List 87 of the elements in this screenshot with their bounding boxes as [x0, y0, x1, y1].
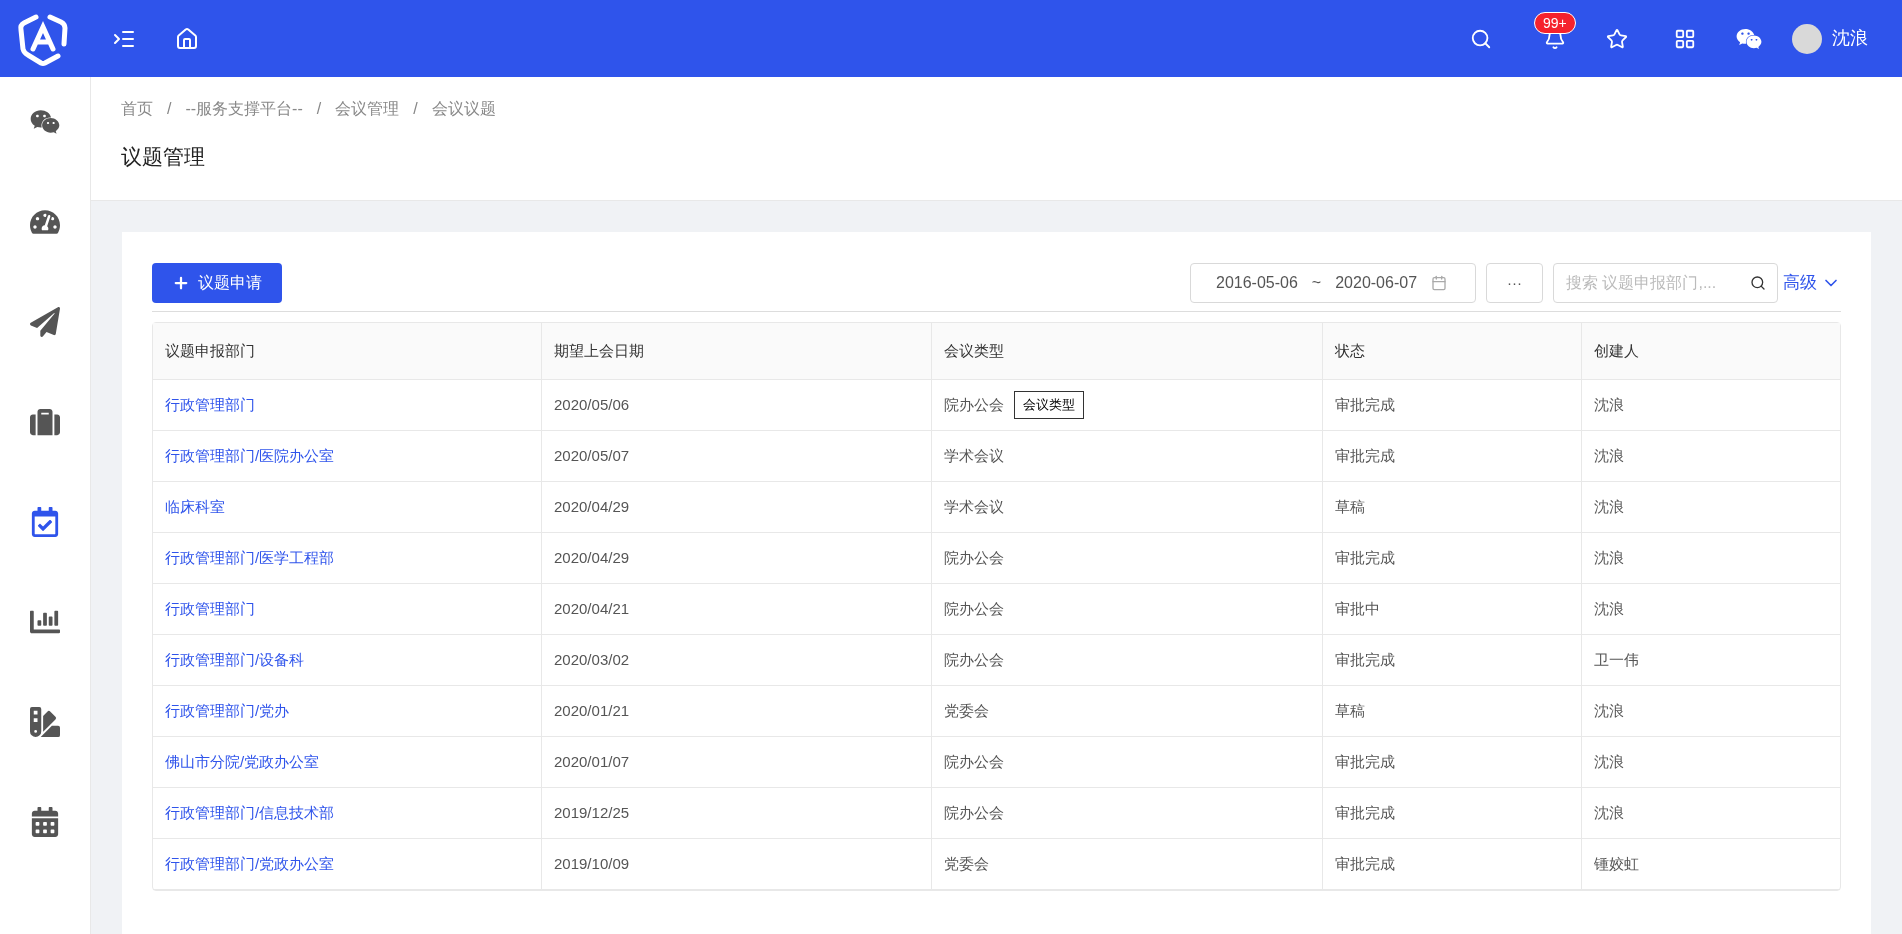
table-cell-text: 沈浪	[1594, 802, 1624, 823]
table-cell-text: 2020/01/21	[554, 700, 630, 721]
table-cell-text: 学术会议	[944, 496, 1004, 517]
breadcrumb-separator: /	[167, 99, 172, 119]
column-header: 创建人	[1594, 340, 1639, 361]
calendar-icon	[1431, 275, 1448, 291]
table-cell-text: 院办公会	[944, 394, 1004, 415]
more-button[interactable]: ···	[1486, 263, 1543, 303]
breadcrumb-link[interactable]: 会议管理	[335, 97, 400, 121]
department-link[interactable]: 行政管理部门	[165, 597, 255, 621]
plus-icon	[172, 274, 190, 292]
table-cell-text: 2020/05/06	[554, 394, 630, 415]
search-icon	[1750, 275, 1766, 291]
column-header: 期望上会日期	[554, 340, 644, 361]
swatches-icon[interactable]	[30, 707, 60, 737]
breadcrumb-separator: /	[316, 99, 322, 119]
department-link[interactable]: 佛山市分院/党政办公室	[165, 750, 320, 774]
date-separator: ~	[1311, 273, 1322, 293]
table-cell-text: 草稿	[1335, 496, 1365, 517]
column-header: 议题申报部门	[165, 340, 255, 361]
table-cell-text: 2020/04/21	[554, 598, 630, 619]
table-cell-text: 2020/01/07	[554, 751, 630, 772]
department-link[interactable]: 行政管理部门/党办	[165, 699, 290, 723]
end-date: 2020-06-07	[1335, 273, 1418, 293]
add-topic-button[interactable]: 议题申请	[152, 263, 282, 303]
table-cell-text: 审批完成	[1335, 445, 1395, 466]
table-cell-text: 草稿	[1335, 700, 1365, 721]
table-cell-text: 2020/04/29	[554, 496, 630, 517]
column-header: 状态	[1335, 340, 1365, 361]
avatar[interactable]	[1792, 23, 1822, 54]
table-cell-text: 沈浪	[1594, 445, 1624, 466]
table-cell-text: 院办公会	[944, 649, 1004, 670]
table-cell-text: 沈浪	[1594, 700, 1624, 721]
department-link[interactable]: 行政管理部门	[165, 393, 255, 417]
table-cell-text: 审批完成	[1335, 394, 1395, 415]
table-cell-text: 2020/05/07	[554, 445, 630, 466]
table-cell-text: 2020/04/29	[554, 547, 630, 568]
table-cell-text: 沈浪	[1594, 598, 1624, 619]
table-cell-text: 2019/12/25	[554, 802, 630, 823]
breadcrumb-link[interactable]: 首页	[121, 97, 153, 121]
table-cell-text: 沈浪	[1594, 751, 1624, 772]
table-cell-text: 审批完成	[1335, 649, 1395, 670]
department-link[interactable]: 行政管理部门/医院办公室	[165, 444, 335, 468]
table-cell-text: 沈浪	[1594, 496, 1624, 517]
table-cell-text: 党委会	[944, 853, 989, 874]
table-cell-text: 卫一伟	[1594, 649, 1639, 670]
start-date: 2016-05-06	[1216, 273, 1298, 293]
notification-badge: 99+	[1534, 11, 1576, 34]
department-link[interactable]: 行政管理部门/党政办公室	[165, 852, 335, 876]
calendar-check-icon[interactable]	[30, 507, 60, 537]
calendar-icon[interactable]	[30, 807, 60, 837]
breadcrumb-link[interactable]: --服务支撑平台--	[185, 97, 303, 121]
table-cell-text: 审批完成	[1335, 751, 1395, 772]
dashboard-icon[interactable]	[30, 207, 60, 237]
column-header: 会议类型	[944, 340, 1004, 361]
table-cell-text: 沈浪	[1594, 394, 1624, 415]
table-cell-text: 2019/10/09	[554, 853, 630, 874]
table-cell-text: 党委会	[944, 700, 989, 721]
table-cell-text: 审批完成	[1335, 853, 1395, 874]
page-title: 议题管理	[121, 144, 206, 170]
table-cell-text: 院办公会	[944, 547, 1004, 568]
home-icon[interactable]	[175, 26, 199, 51]
briefcase-icon[interactable]	[30, 407, 60, 437]
department-link[interactable]: 行政管理部门/设备科	[165, 648, 305, 672]
breadcrumb-separator: /	[413, 99, 418, 119]
grid-icon[interactable]	[1674, 27, 1696, 50]
star-icon[interactable]	[1606, 27, 1628, 50]
table-cell-text: 审批完成	[1335, 547, 1395, 568]
tooltip: 会议类型	[1014, 391, 1084, 419]
user-name[interactable]: 沈浪	[1832, 25, 1868, 52]
send-icon[interactable]	[30, 307, 60, 337]
advanced-link[interactable]: 高级	[1783, 270, 1841, 296]
search-icon[interactable]	[1470, 27, 1492, 50]
table-cell-text: 院办公会	[944, 751, 1004, 772]
table-cell-text: 院办公会	[944, 802, 1004, 823]
table-cell-text: 沈浪	[1594, 547, 1624, 568]
department-link[interactable]: 行政管理部门/医学工程部	[165, 546, 335, 570]
table-cell-text: 2020/03/02	[554, 649, 630, 670]
table-cell-text: 学术会议	[944, 445, 1004, 466]
search-field[interactable]: 搜索 议题申报部门,...	[1553, 263, 1778, 303]
table-cell-text: 审批完成	[1335, 802, 1395, 823]
table-cell-text: 锺姣虹	[1594, 853, 1639, 874]
department-link[interactable]: 临床科室	[165, 495, 225, 519]
table-cell-text: 审批中	[1335, 598, 1380, 619]
table-cell-text: 院办公会	[944, 598, 1004, 619]
department-link[interactable]: 行政管理部门/信息技术部	[165, 801, 335, 825]
date-range-field[interactable]: 2016-05-06 ~ 2020-06-07	[1190, 263, 1476, 303]
